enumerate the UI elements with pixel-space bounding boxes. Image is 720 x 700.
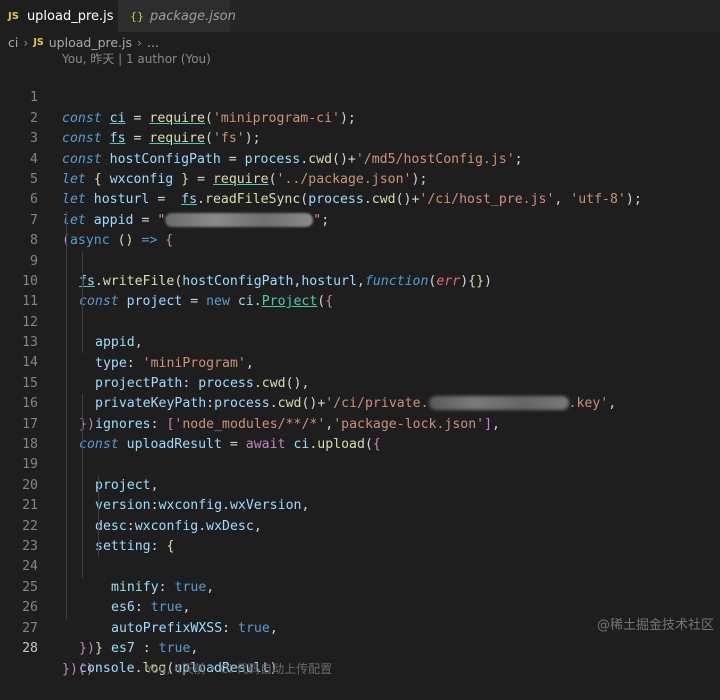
breadcrumb-file[interactable]: upload_pre.js bbox=[49, 35, 132, 50]
indent-guide bbox=[66, 271, 67, 293]
code-line[interactable]: 14 ignores: ['node_modules/**/*','packag… bbox=[0, 333, 720, 432]
watermark: @稀土掘金技术社区 bbox=[596, 618, 714, 633]
code-text: })() You, 4天前 • CI 代码自动上传配置 bbox=[62, 662, 333, 678]
breadcrumb-folder[interactable]: ci bbox=[8, 35, 18, 50]
code-line[interactable]: 22 es6: true, bbox=[0, 496, 720, 615]
code-text: }) bbox=[79, 640, 95, 656]
tab-label: upload_pre.js bbox=[26, 8, 114, 24]
indent-guide bbox=[98, 536, 99, 558]
indent-guide bbox=[66, 536, 67, 558]
indent-guide bbox=[98, 496, 99, 517]
indent-guide bbox=[82, 496, 83, 517]
indent-guide bbox=[66, 475, 67, 497]
code-text: es7 : true, bbox=[111, 641, 199, 657]
chevron-right-icon: › bbox=[23, 34, 29, 50]
indent-guide bbox=[66, 435, 67, 456]
code-line[interactable]: 17 project, bbox=[0, 394, 720, 493]
indent-guide bbox=[82, 475, 83, 497]
breadcrumb-more[interactable]: ... bbox=[147, 35, 159, 50]
indent-guide bbox=[98, 516, 99, 537]
indent-guide bbox=[66, 292, 67, 313]
indent-guide bbox=[66, 231, 67, 252]
code-line[interactable]: 5 let hosturl = fs.readFileSync(process.… bbox=[0, 150, 720, 207]
indent-guide bbox=[66, 414, 67, 436]
indent-guide bbox=[82, 394, 83, 415]
indent-guide bbox=[82, 333, 83, 354]
code-line[interactable]: 1 const ci = require('miniprogram-ci'); bbox=[0, 68, 720, 125]
tab-upload-pre-js[interactable]: JS upload_pre.js bbox=[0, 0, 118, 32]
chevron-right-icon: › bbox=[137, 34, 143, 50]
code-editor[interactable]: 1 const ci = require('miniprogram-ci'); … bbox=[0, 68, 720, 677]
indent-guide bbox=[82, 455, 83, 476]
code-line[interactable]: 20 setting: { bbox=[0, 455, 720, 554]
indent-guide bbox=[66, 373, 67, 395]
code-line[interactable]: 3 const hostConfigPath = process.cwd()+'… bbox=[0, 109, 720, 166]
indent-guide bbox=[66, 251, 67, 272]
indent-guide bbox=[82, 435, 83, 456]
code-line[interactable]: 4 let { wxconfig } = require('../package… bbox=[0, 129, 720, 187]
tab-package-json[interactable]: {} package.json bbox=[118, 0, 236, 32]
code-line[interactable]: 13 privateKeyPath:process.cwd()+'/ci/pri… bbox=[0, 312, 720, 411]
indent-guide bbox=[82, 414, 83, 436]
indent-guide bbox=[66, 312, 67, 334]
code-line[interactable]: 19 desc:wxconfig.wxDesc, bbox=[0, 435, 720, 534]
indent-guide bbox=[66, 577, 67, 599]
indent-guide bbox=[82, 557, 83, 578]
code-line[interactable]: 24 es7 : true, bbox=[0, 536, 720, 656]
indent-guide bbox=[66, 557, 67, 578]
indent-guide bbox=[66, 394, 67, 415]
indent-guide bbox=[66, 210, 67, 232]
code-line[interactable]: 10 appid, bbox=[0, 251, 720, 350]
indent-guide bbox=[66, 455, 67, 476]
indent-guide bbox=[82, 292, 83, 313]
code-line[interactable]: 11 type: 'miniProgram', bbox=[0, 271, 720, 371]
indent-guide bbox=[98, 475, 99, 497]
codelens-author[interactable]: You, 昨天 | 1 author (You) bbox=[62, 50, 211, 67]
indent-guide bbox=[82, 516, 83, 537]
tab-bar: JS upload_pre.js {} package.json bbox=[0, 0, 720, 32]
code-line[interactable]: 12 projectPath: process.cwd(), bbox=[0, 292, 720, 391]
code-line[interactable]: 16 const uploadResult = await ci.upload(… bbox=[0, 373, 720, 452]
javascript-file-icon: JS bbox=[8, 10, 19, 22]
code-line[interactable]: 8 fs.writeFile(hostConfigPath,hosturl,fu… bbox=[0, 210, 720, 289]
code-line[interactable]: 2 const fs = require('fs'); bbox=[0, 88, 720, 146]
line-number: 28 bbox=[22, 640, 38, 656]
code-line[interactable]: 6 let appid = " "; bbox=[0, 170, 720, 227]
indent-guide bbox=[66, 516, 67, 537]
indent-guide bbox=[66, 353, 67, 374]
javascript-file-icon: JS bbox=[33, 36, 44, 48]
indent-guide bbox=[82, 536, 83, 558]
indent-guide bbox=[82, 251, 83, 272]
breadcrumb: ci › JS upload_pre.js › ... bbox=[8, 33, 159, 51]
tab-label: package.json bbox=[150, 8, 236, 24]
json-file-icon: {} bbox=[130, 9, 144, 23]
code-line[interactable]: 15 }) bbox=[0, 353, 720, 432]
indent-guide bbox=[82, 271, 83, 293]
code-line[interactable]: 18 version:wxconfig.wxVersion, bbox=[0, 414, 720, 513]
code-line[interactable]: 7 (async () => { bbox=[0, 190, 720, 248]
indent-guide bbox=[66, 496, 67, 517]
indent-guide bbox=[66, 333, 67, 354]
indent-guide bbox=[82, 312, 83, 334]
code-line[interactable]: 26 }) bbox=[0, 577, 720, 656]
code-line[interactable]: 9 const project = new ci.Project({ bbox=[0, 231, 720, 309]
code-text: } bbox=[95, 641, 103, 656]
code-line[interactable]: 25 } bbox=[0, 557, 720, 656]
indent-guide bbox=[66, 598, 67, 619]
code-line[interactable]: 23 autoPrefixWXSS: true, bbox=[0, 516, 720, 636]
git-blame-annotation: You, 4天前 • CI 代码自动上传配置 bbox=[145, 662, 333, 677]
code-line[interactable]: 21 minify: true, bbox=[0, 475, 720, 595]
